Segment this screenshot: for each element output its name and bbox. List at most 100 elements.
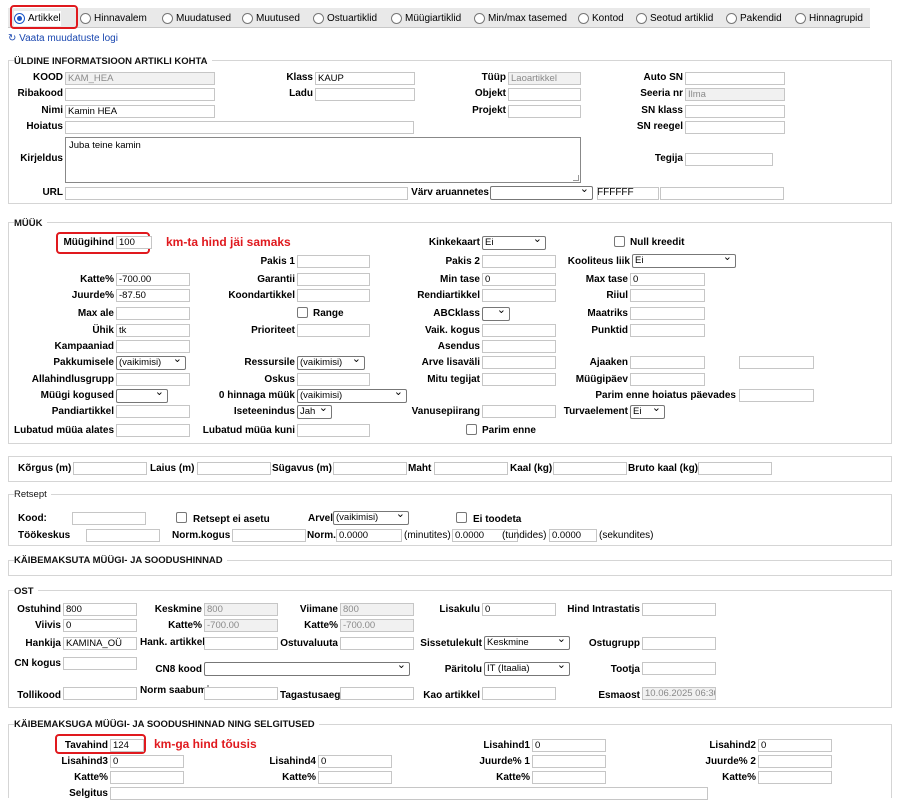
ladu-field[interactable] <box>315 88 415 101</box>
tab-muutused[interactable]: Muutused <box>242 11 300 26</box>
ostuhind-field[interactable]: 800 <box>63 603 137 616</box>
myygipaev-field[interactable] <box>630 373 705 386</box>
parimenne-checkbox[interactable] <box>466 424 477 435</box>
pakis2-field[interactable] <box>482 255 556 268</box>
retseptkood-field[interactable] <box>72 512 146 525</box>
asendus-field[interactable] <box>482 340 556 353</box>
abcklass-select[interactable] <box>482 307 510 321</box>
varv-select[interactable] <box>490 186 593 200</box>
kirjeldus-textarea[interactable]: Juba teine kamin <box>65 137 581 183</box>
korgus-field[interactable] <box>73 462 147 475</box>
maxtase-field[interactable]: 0 <box>630 273 705 286</box>
cn8-select[interactable] <box>204 662 410 676</box>
garantii-field[interactable] <box>297 273 370 286</box>
ajaaken-field[interactable] <box>630 356 705 369</box>
seerianr-field[interactable]: Ilma <box>685 88 785 101</box>
retseptasetu-checkbox[interactable] <box>176 512 187 523</box>
varv-extra-field[interactable] <box>660 187 784 200</box>
tootja-field[interactable] <box>642 662 716 675</box>
snreegel-field[interactable] <box>685 121 785 134</box>
cnkogus-field[interactable] <box>63 657 137 670</box>
parimhoiatus-field[interactable] <box>739 389 814 402</box>
maxale-field[interactable] <box>116 307 190 320</box>
myygihind-field[interactable]: 100 <box>116 236 152 249</box>
varv-hex-field[interactable] <box>597 187 659 200</box>
viimane-field[interactable]: 800 <box>340 603 414 616</box>
keskmine-field[interactable]: 800 <box>204 603 278 616</box>
ribakood-field[interactable] <box>65 88 215 101</box>
maatriks-field[interactable] <box>630 307 705 320</box>
normaeg-s-field[interactable]: 0.0000 <box>549 529 597 542</box>
normaeg-min-field[interactable]: 0.0000 <box>336 529 402 542</box>
range-checkbox[interactable] <box>297 307 308 318</box>
tab-müügiartiklid[interactable]: Müügiartiklid <box>391 11 461 26</box>
ostugrupp-field[interactable] <box>642 637 716 650</box>
katte4-field[interactable] <box>110 771 184 784</box>
tab-ostuartiklid[interactable]: Ostuartiklid <box>313 11 377 26</box>
katte7-field[interactable] <box>758 771 832 784</box>
juurde1-field[interactable] <box>532 755 606 768</box>
hankartikkel-field[interactable] <box>204 637 278 650</box>
pakkumisele-select[interactable]: (vaikimisi) <box>116 356 186 370</box>
hindintrastatis-field[interactable] <box>642 603 716 616</box>
nimi-field[interactable]: Kamin HEA <box>65 105 215 118</box>
tollikood-field[interactable] <box>63 687 137 700</box>
paritolu-select[interactable]: IT (Itaalia) <box>484 662 570 676</box>
mitutegijat-field[interactable] <box>482 373 556 386</box>
vanusepiirang-field[interactable] <box>482 405 556 418</box>
iseteenindus-select[interactable]: Jah <box>297 405 332 419</box>
url-field[interactable] <box>65 187 408 200</box>
nullkreedit-checkbox[interactable] <box>614 236 625 247</box>
oskus-field[interactable] <box>297 373 370 386</box>
prioriteet-field[interactable] <box>297 324 370 337</box>
normsaab-field[interactable] <box>204 687 278 700</box>
mintase-field[interactable]: 0 <box>482 273 556 286</box>
tab-min-max-tasemed[interactable]: Min/max tasemed <box>474 11 567 26</box>
sygavus-field[interactable] <box>333 462 407 475</box>
punktid-field[interactable] <box>630 324 705 337</box>
katte5-field[interactable] <box>318 771 392 784</box>
selgitus-field[interactable] <box>110 787 708 800</box>
tab-muudatused[interactable]: Muudatused <box>162 11 231 26</box>
laius-field[interactable] <box>197 462 271 475</box>
objekt-field[interactable] <box>508 88 581 101</box>
lisahind2-field[interactable]: 0 <box>758 739 832 752</box>
rendiartikkel-field[interactable] <box>482 289 556 302</box>
snklass-field[interactable] <box>685 105 785 118</box>
katte-field[interactable]: -700.00 <box>116 273 190 286</box>
juurde2-field[interactable] <box>758 755 832 768</box>
riiul-field[interactable] <box>630 289 705 302</box>
maht-field[interactable] <box>434 462 508 475</box>
esmaost-field[interactable]: 10.06.2025 06:30 <box>642 687 716 700</box>
turvaelement-select[interactable]: Ei <box>630 405 665 419</box>
kaoartikkel-field[interactable] <box>482 687 556 700</box>
lisahind1-field[interactable]: 0 <box>532 739 606 752</box>
lubatudkuni-field[interactable] <box>297 424 370 437</box>
kinkekaart-select[interactable]: Ei <box>482 236 546 250</box>
tookeskus-field[interactable] <box>86 529 160 542</box>
pandiartikkel-field[interactable] <box>116 405 190 418</box>
arvel-select[interactable]: (vaikimisi) <box>333 511 409 525</box>
nullhinnaga-select[interactable]: (vaikimisi) <box>297 389 407 403</box>
juurde-field[interactable]: -87.50 <box>116 289 190 302</box>
lisakulu-field[interactable]: 0 <box>482 603 556 616</box>
myygikogused-select[interactable] <box>116 389 168 403</box>
katte2-field[interactable]: -700.00 <box>204 619 278 632</box>
klass-field[interactable]: KAUP <box>315 72 415 85</box>
tegija-field[interactable] <box>685 153 773 166</box>
kooliliik-select[interactable]: Ei <box>632 254 736 268</box>
ajaaken-extra-field[interactable] <box>739 356 814 369</box>
viivis-field[interactable]: 0 <box>63 619 137 632</box>
allahindlus-field[interactable] <box>116 373 190 386</box>
lisahind4-field[interactable]: 0 <box>318 755 392 768</box>
tavahind-field[interactable]: 124 <box>110 739 144 752</box>
tab-hinnavalem[interactable]: Hinnavalem <box>80 11 147 26</box>
ressursile-select[interactable]: (vaikimisi) <box>297 356 365 370</box>
tab-seotud-artiklid[interactable]: Seotud artiklid <box>636 11 713 26</box>
bruto-field[interactable] <box>698 462 772 475</box>
hoiatus-field[interactable] <box>65 121 414 134</box>
tab-pakendid[interactable]: Pakendid <box>726 11 782 26</box>
sissetulekult-select[interactable]: Keskmine <box>484 636 570 650</box>
tyyp-field[interactable]: Laoartikkel <box>508 72 581 85</box>
change-log-link[interactable]: ↻ Vaata muudatuste logi <box>8 33 118 44</box>
